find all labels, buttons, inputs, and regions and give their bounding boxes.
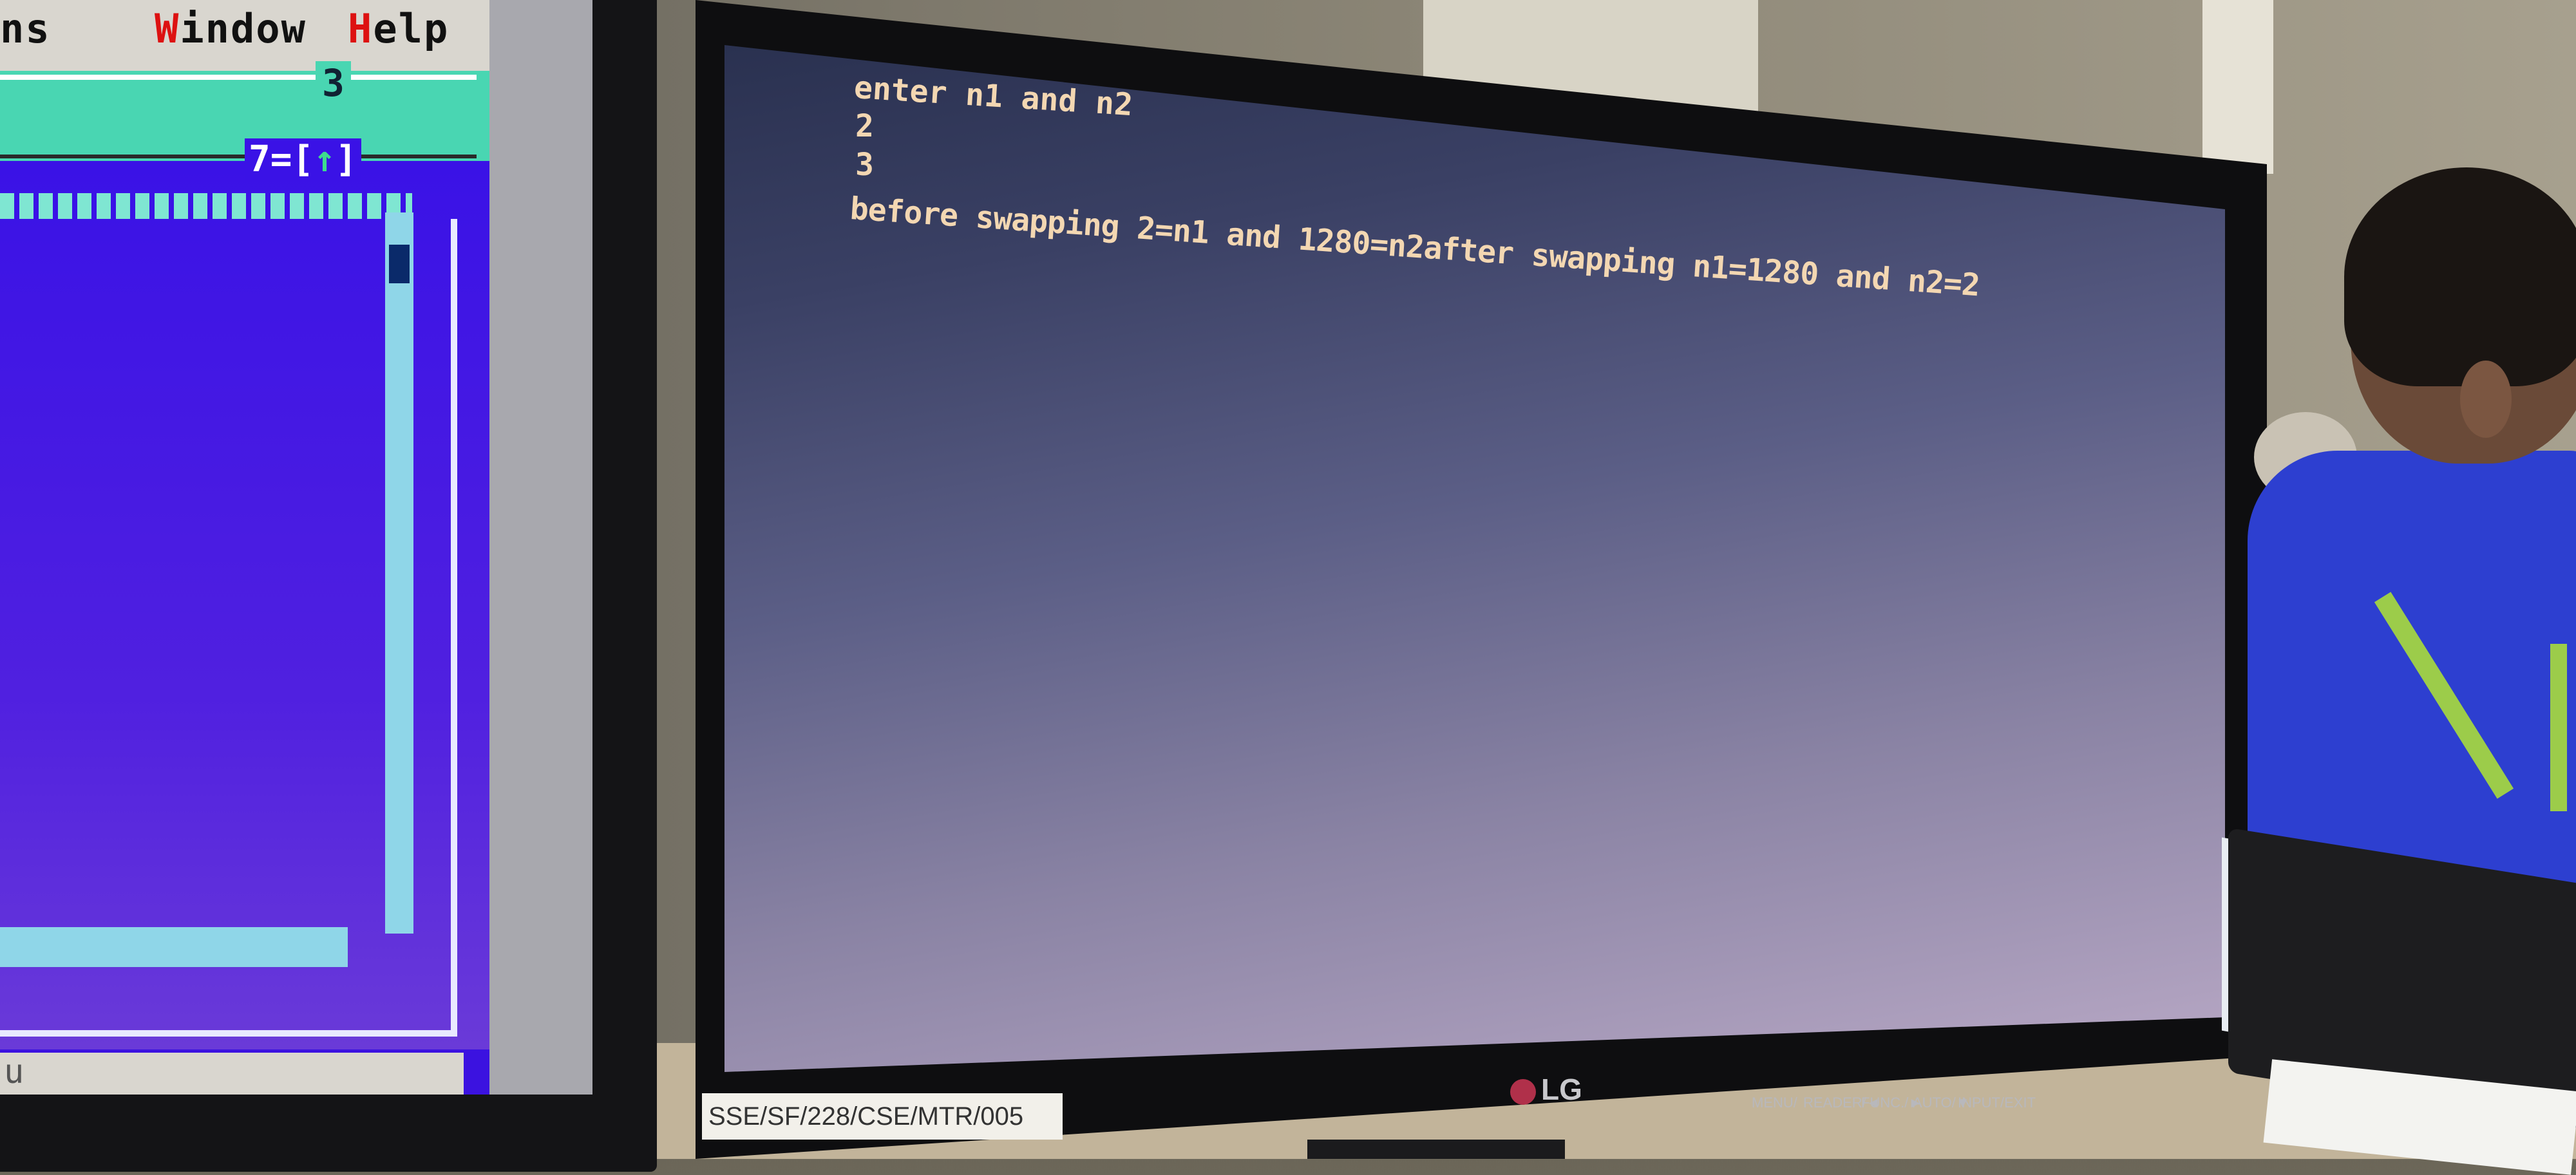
horizontal-scrollbar[interactable]	[0, 927, 348, 967]
menu-help[interactable]: Help	[348, 5, 449, 52]
window-number: 3	[316, 61, 351, 105]
terminal-line: 2	[855, 108, 874, 144]
vertical-scrollbar[interactable]	[385, 212, 413, 934]
ide-status-line: u	[0, 1053, 464, 1095]
editor-right-border	[451, 219, 457, 1037]
person-hair	[2344, 167, 2576, 386]
scrollbar-thumb[interactable]	[389, 245, 410, 283]
wall-pole	[2202, 0, 2273, 174]
ide-menubar: ns Window Help	[0, 0, 489, 71]
lg-logo-icon	[1510, 1078, 1536, 1105]
terminal-line: 3	[855, 147, 874, 183]
ide-editor-area[interactable]	[0, 161, 489, 1049]
brand-logo: LG	[1510, 1072, 1582, 1107]
monitor-button-input[interactable]: INPUT/EXIT	[1958, 1095, 2036, 1111]
editor-bottom-border	[0, 1030, 457, 1037]
person-ear	[2460, 361, 2512, 438]
screen-edge-strip	[489, 0, 592, 1095]
left-monitor-screen: ns Window Help 3 7=[↑] u	[0, 0, 592, 1095]
maximize-arrow-icon[interactable]: ↑	[314, 138, 336, 180]
editor-top-border	[0, 193, 412, 219]
asset-tag-label: SSE/SF/228/CSE/MTR/005	[702, 1093, 1063, 1140]
monitor-stand	[1307, 1140, 1565, 1159]
menu-window[interactable]: Window	[155, 5, 307, 52]
lanyard	[2550, 644, 2567, 811]
menu-options[interactable]: ns	[0, 5, 51, 52]
monitor-button-menu[interactable]: MENU/	[1752, 1095, 1797, 1111]
frame-line	[0, 75, 477, 80]
frame-line	[0, 155, 477, 158]
editor-window-tab[interactable]: 7=[↑]	[245, 138, 361, 180]
